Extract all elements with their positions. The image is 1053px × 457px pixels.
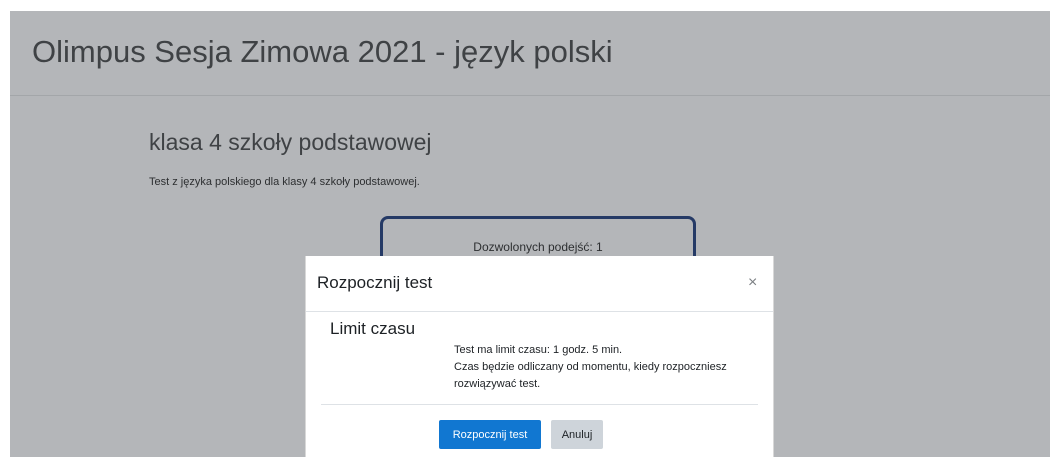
modal-divider bbox=[321, 404, 758, 405]
time-limit-heading: Limit czasu bbox=[330, 319, 416, 338]
time-limit-line: Czas będzie odliczany od momentu, kiedy … bbox=[454, 361, 727, 373]
quiz-intro: Test z języka polskiego dla klasy 4 szko… bbox=[149, 176, 420, 188]
page-header: Olimpus Sesja Zimowa 2021 - język polski bbox=[10, 11, 1050, 96]
close-icon[interactable]: × bbox=[748, 275, 757, 291]
quiz-title: klasa 4 szkoły podstawowej bbox=[149, 129, 432, 155]
course-title: Olimpus Sesja Zimowa 2021 - język polski bbox=[32, 34, 613, 69]
cancel-button[interactable]: Anuluj bbox=[551, 420, 603, 449]
start-quiz-button[interactable]: Rozpocznij test bbox=[439, 420, 541, 449]
time-limit-description: Test ma limit czasu: 1 godz. 5 min. Czas… bbox=[454, 342, 754, 393]
modal-header: Rozpocznij test × bbox=[306, 256, 773, 312]
modal-title: Rozpocznij test bbox=[317, 273, 433, 292]
time-limit-line: Test ma limit czasu: 1 godz. 5 min. bbox=[454, 344, 623, 356]
time-limit-line: rozwiązywać test. bbox=[454, 378, 541, 390]
attempts-allowed-text: Dozwolonych podejść: 1 bbox=[473, 240, 603, 254]
start-quiz-modal: Rozpocznij test × Limit czasu Test ma li… bbox=[305, 256, 774, 457]
